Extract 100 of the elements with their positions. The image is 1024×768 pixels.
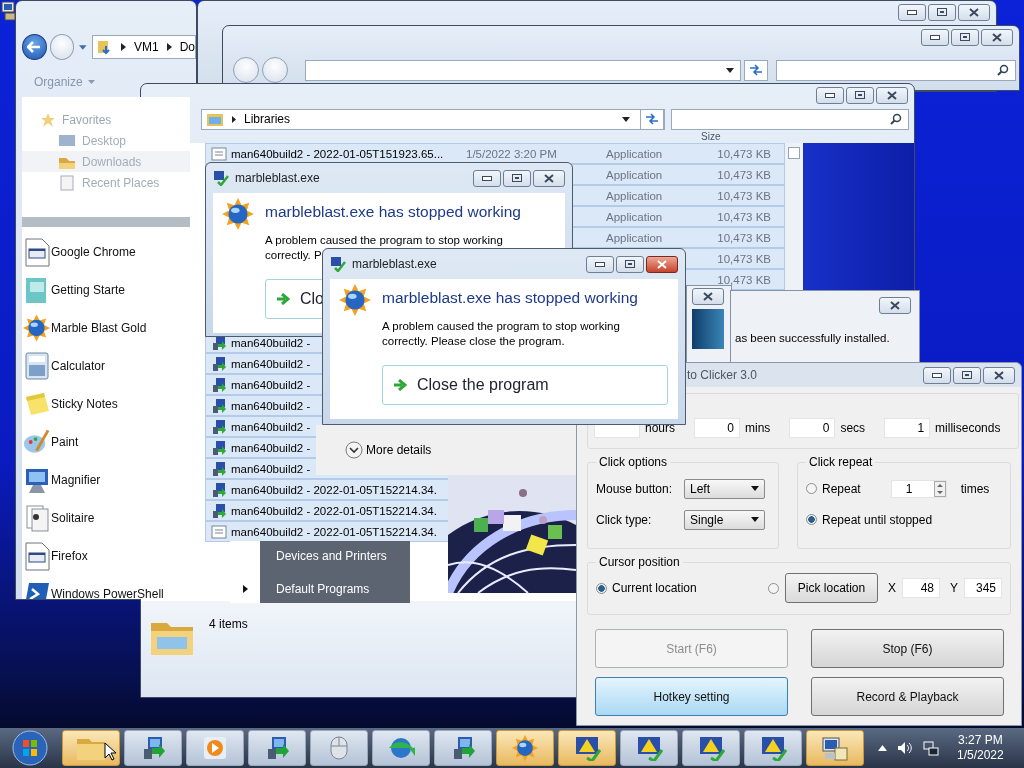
field-label: Click type: <box>596 512 653 527</box>
program-item[interactable]: Marble Blast Gold <box>22 309 190 347</box>
program-item[interactable]: Paint <box>22 423 190 461</box>
radio-button[interactable] <box>806 483 817 494</box>
close-button[interactable] <box>981 28 1013 46</box>
start-menu-item[interactable]: Default Programs <box>276 582 387 596</box>
number-field[interactable]: 0 <box>694 418 741 438</box>
close-button[interactable] <box>983 366 1015 384</box>
file-name: man640build2 - 2022-01-05T152214.34. <box>231 504 437 517</box>
program-item[interactable]: Magnifier <box>22 461 190 499</box>
column-header[interactable]: Size <box>701 132 721 143</box>
back-button[interactable] <box>22 34 47 60</box>
radio-button[interactable] <box>767 582 779 594</box>
file-name: man640build2 - 2022-01-05T151923.65... <box>231 147 444 160</box>
maximize-button[interactable] <box>616 255 644 273</box>
address-bar[interactable]: Libraries <box>201 108 665 130</box>
spin-box[interactable]: 1 <box>890 479 947 498</box>
star-icon <box>40 111 56 128</box>
maximize-icon <box>960 33 970 41</box>
close-button[interactable] <box>958 3 990 21</box>
monitor-warning-icon <box>697 735 725 761</box>
breadcrumb-item[interactable]: VM1 <box>133 40 159 54</box>
refresh-button[interactable] <box>640 108 664 130</box>
app-icon <box>330 256 346 272</box>
file-row[interactable]: man640build2 - 2022-01-05T151923.65... 1/5/2022 3:20 PM Application 10,473 KB <box>205 143 785 164</box>
close-button[interactable] <box>692 288 724 305</box>
taskbar-button[interactable] <box>372 730 430 766</box>
file-name: man640build2 - <box>231 336 311 349</box>
search-field[interactable] <box>776 59 1016 81</box>
dropdown[interactable]: Single <box>684 509 765 530</box>
address-bar[interactable]: VM1 Do <box>91 35 196 59</box>
start-button[interactable] <box>10 729 50 767</box>
refresh-button[interactable] <box>744 59 768 81</box>
radio-button[interactable] <box>596 582 607 594</box>
maximize-icon <box>512 174 522 182</box>
program-item[interactable]: Getting Starte <box>22 271 190 309</box>
search-field[interactable] <box>671 108 909 130</box>
caret-icon <box>751 486 759 491</box>
speaker-icon[interactable] <box>897 741 913 755</box>
dialog-heading: marbleblast.exe has stopped working <box>265 203 522 221</box>
taskbar-button[interactable] <box>806 730 864 766</box>
maximize-button[interactable] <box>503 169 531 187</box>
program-item[interactable]: Windows PowerShell <box>22 575 190 599</box>
minimize-button[interactable] <box>816 86 844 104</box>
maximize-button[interactable] <box>951 28 979 46</box>
computer-arrow-icon <box>210 355 227 372</box>
mouse-icon <box>329 735 349 761</box>
minimize-button[interactable] <box>923 366 951 384</box>
close-program-link[interactable]: Close the program <box>382 365 668 405</box>
document-icon <box>210 523 227 540</box>
minimize-button[interactable] <box>898 3 926 21</box>
maximize-button[interactable] <box>846 86 874 104</box>
network-icon[interactable] <box>923 740 939 756</box>
chevron-down-icon <box>345 441 363 459</box>
minimize-button[interactable] <box>473 169 501 187</box>
close-button[interactable] <box>879 297 911 314</box>
minimize-button[interactable] <box>921 28 949 46</box>
maximize-button[interactable] <box>928 3 956 21</box>
number-field[interactable]: 0 <box>789 418 836 438</box>
more-details-button[interactable]: More details <box>345 441 432 459</box>
app-icon <box>213 170 229 186</box>
maximize-button[interactable] <box>953 366 981 384</box>
taskbar-button[interactable] <box>744 730 802 766</box>
program-item[interactable]: Solitaire <box>22 499 190 537</box>
action-button[interactable]: Hotkey setting <box>595 677 788 716</box>
program-item[interactable]: Sticky Notes <box>22 385 190 423</box>
taskbar-button[interactable] <box>248 730 306 766</box>
program-item[interactable]: Calculator <box>22 347 190 385</box>
computer-icon[interactable] <box>1 1 17 21</box>
taskbar-button[interactable] <box>124 730 182 766</box>
coordinate-label: X <box>887 581 896 595</box>
taskbar-button[interactable] <box>62 730 120 766</box>
caret-up-icon[interactable] <box>878 745 887 751</box>
action-button[interactable]: Record & Playback <box>811 677 1004 716</box>
taskbar-button[interactable] <box>434 730 492 766</box>
close-button[interactable] <box>646 255 678 273</box>
radio-button[interactable] <box>806 514 817 525</box>
action-button[interactable]: Stop (F6) <box>811 629 1004 668</box>
taskbar-button[interactable] <box>620 730 678 766</box>
taskbar-button[interactable] <box>496 730 554 766</box>
program-item[interactable]: Firefox <box>22 537 190 575</box>
number-field[interactable]: 1 <box>884 418 931 438</box>
program-item[interactable]: Google Chrome <box>22 233 190 271</box>
close-button[interactable] <box>533 169 565 187</box>
search-icon <box>890 113 902 125</box>
dropdown[interactable]: Left <box>684 478 765 499</box>
number-field[interactable]: 345 <box>964 578 1002 598</box>
clock-date[interactable]: 1/5/2022 <box>957 748 1004 763</box>
taskbar-button[interactable] <box>558 730 616 766</box>
minimize-button[interactable] <box>586 255 614 273</box>
taskbar-button[interactable] <box>682 730 740 766</box>
pick-location-button[interactable]: Pick location <box>784 573 878 603</box>
clock-time[interactable]: 3:27 PM <box>958 733 1003 748</box>
file-size: 10,473 KB <box>717 252 771 265</box>
monitor-warning-icon <box>635 735 663 761</box>
number-field[interactable]: 48 <box>902 578 940 598</box>
close-button[interactable] <box>876 86 908 104</box>
breadcrumb-item[interactable]: Do <box>179 40 195 54</box>
file-name: man640build2 - 2022-01-05T152214.34. <box>231 483 437 496</box>
start-menu-item[interactable]: Devices and Printers <box>276 549 387 563</box>
